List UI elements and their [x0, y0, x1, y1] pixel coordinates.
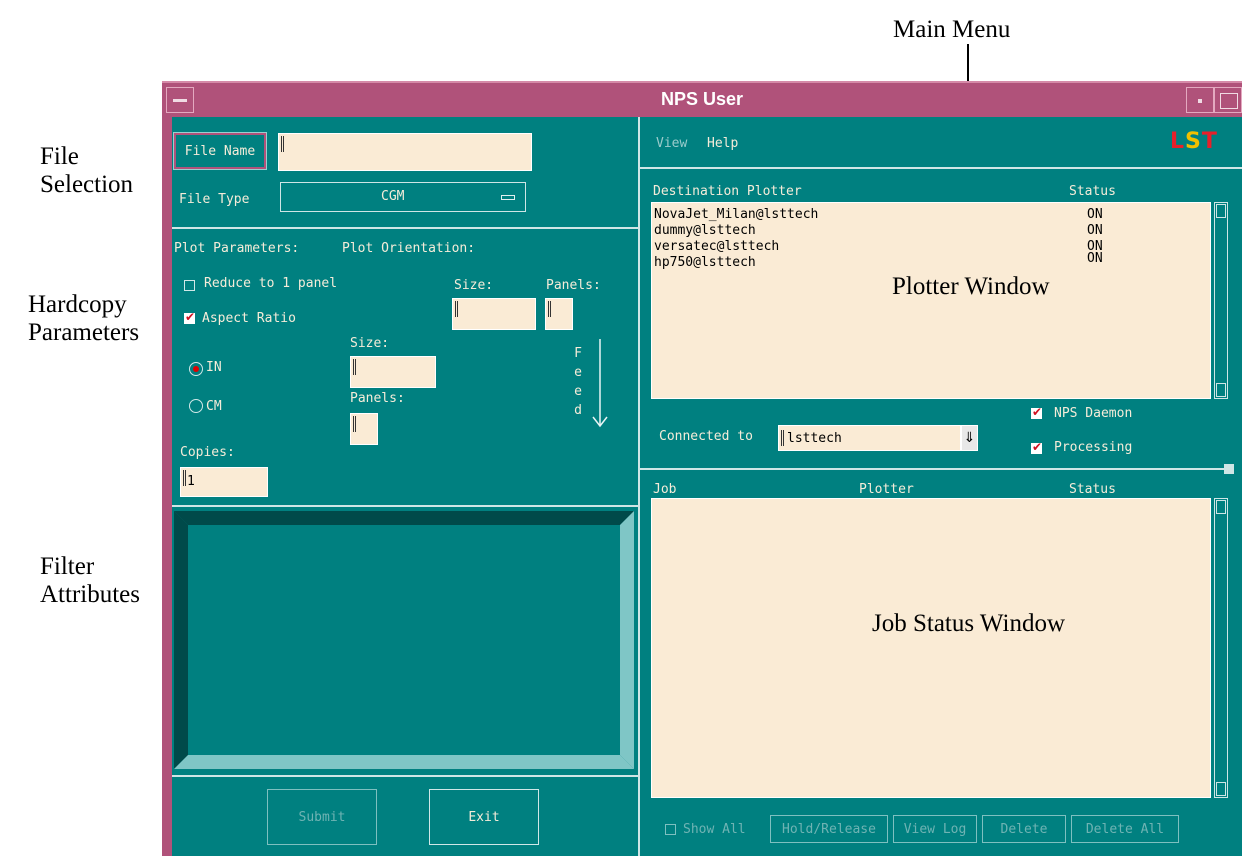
feed-direction-label: Feed	[574, 346, 582, 418]
orientation-size-label: Size:	[454, 278, 494, 293]
plotter-row[interactable]: hp750@lsttech ON	[652, 251, 1210, 271]
parameters-panels-input[interactable]	[350, 413, 378, 445]
plotter-list-scrollbar[interactable]	[1214, 202, 1228, 399]
processing-label: Processing	[1054, 440, 1133, 455]
minimize-button[interactable]	[1186, 87, 1214, 113]
nps-daemon-label: NPS Daemon	[1054, 406, 1133, 421]
option-menu-indicator-icon	[501, 195, 515, 200]
pane-divider	[638, 117, 640, 856]
delete-all-button[interactable]: Delete All	[1071, 815, 1179, 843]
plot-parameters-label: Plot Parameters:	[174, 241, 300, 256]
scroll-down-arrow-icon[interactable]	[1216, 383, 1226, 397]
plotter-window-annotation: Plotter Window	[892, 273, 1050, 300]
unit-in-radio[interactable]	[189, 362, 203, 376]
unit-in-label: IN	[206, 360, 222, 375]
orientation-panels-input[interactable]	[545, 298, 573, 330]
aspect-ratio-checkbox[interactable]	[184, 310, 195, 324]
plotter-row[interactable]: dummy@lsttech ON	[652, 223, 1210, 239]
unit-cm-label: CM	[206, 399, 222, 414]
main-menu-annotation: Main Menu	[893, 16, 1011, 43]
job-status-header: Status	[1069, 482, 1116, 497]
job-header: Job	[653, 482, 677, 497]
filter-attributes-annotation: Filter Attributes	[40, 553, 140, 608]
parameters-size-label: Size:	[350, 336, 390, 351]
text-caret	[548, 301, 551, 317]
scroll-up-arrow-icon[interactable]	[1216, 204, 1226, 218]
connected-to-combo[interactable]: lsttech	[778, 425, 961, 451]
show-all-checkbox[interactable]	[665, 824, 676, 835]
job-status-list[interactable]: Job Status Window	[651, 498, 1211, 798]
file-type-value: CGM	[381, 189, 405, 204]
show-all-label: Show All	[683, 822, 746, 837]
left-separator-2	[172, 505, 639, 507]
maximize-button[interactable]	[1214, 87, 1242, 113]
unit-cm-radio[interactable]	[189, 399, 203, 413]
menu-separator	[640, 167, 1242, 169]
text-caret	[781, 430, 784, 446]
view-menu[interactable]: View	[656, 136, 687, 151]
copies-label: Copies:	[180, 445, 235, 460]
plotter-row[interactable]: NovaJet_Milan@lsttech ON	[652, 207, 1210, 223]
left-separator-1	[172, 227, 639, 229]
plotter-row[interactable]: versatec@lsttech ON	[652, 239, 1210, 255]
copies-value: 1	[187, 474, 195, 489]
hold-release-button[interactable]: Hold/Release	[770, 815, 888, 843]
file-type-select[interactable]: CGM	[280, 182, 526, 212]
nps-user-window: NPS User File Name File Type CGM Plot Pa…	[162, 81, 1242, 856]
connected-to-label: Connected to	[659, 429, 753, 444]
delete-button[interactable]: Delete	[982, 815, 1066, 843]
aspect-ratio-label: Aspect Ratio	[202, 311, 296, 326]
job-status-window-annotation: Job Status Window	[872, 610, 1065, 637]
reduce-to-one-panel-label: Reduce to 1 panel	[204, 276, 338, 291]
window-title: NPS User	[660, 89, 744, 109]
file-type-label: File Type	[179, 192, 250, 207]
text-caret	[353, 416, 356, 432]
job-list-scrollbar[interactable]	[1214, 498, 1228, 798]
job-plotter-header: Plotter	[859, 482, 914, 497]
plotter-list[interactable]: NovaJet_Milan@lsttech ON dummy@lsttech ON …	[651, 202, 1211, 399]
file-name-button[interactable]: File Name	[173, 132, 267, 170]
file-selection-annotation: File Selection	[40, 143, 134, 198]
file-name-input[interactable]	[278, 133, 532, 171]
exit-button[interactable]: Exit	[429, 789, 539, 845]
text-caret	[183, 470, 186, 486]
filter-attributes-area	[174, 511, 634, 769]
combo-dropdown-icon[interactable]: ⇓	[961, 425, 978, 451]
scroll-down-arrow-icon[interactable]	[1216, 782, 1226, 796]
parameters-size-input[interactable]	[350, 356, 436, 388]
right-separator	[640, 468, 1230, 470]
reduce-to-one-panel-checkbox[interactable]	[184, 280, 195, 291]
left-window-frame	[162, 117, 172, 856]
destination-plotter-header: Destination Plotter	[653, 184, 802, 199]
orientation-size-input[interactable]	[452, 298, 536, 330]
scroll-up-arrow-icon[interactable]	[1216, 500, 1226, 514]
hardcopy-parameters-annotation: Hardcopy Parameters	[28, 291, 140, 346]
sash-handle[interactable]	[1224, 464, 1234, 474]
submit-button[interactable]: Submit	[267, 789, 377, 845]
nps-daemon-checkbox[interactable]	[1031, 405, 1042, 419]
connected-to-value: lsttech	[787, 431, 842, 446]
help-menu[interactable]: Help	[707, 136, 738, 151]
plot-orientation-label: Plot Orientation:	[342, 241, 476, 256]
title-bar[interactable]: NPS User	[162, 81, 1242, 117]
lst-logo: LST	[1170, 129, 1218, 154]
text-caret	[353, 359, 356, 375]
feed-arrow-icon	[592, 339, 608, 428]
orientation-panels-label: Panels:	[546, 278, 601, 293]
plotter-status-header: Status	[1069, 184, 1116, 199]
processing-checkbox[interactable]	[1031, 440, 1042, 454]
text-caret	[455, 301, 458, 317]
copies-input[interactable]: 1	[180, 467, 268, 497]
parameters-panels-label: Panels:	[350, 391, 405, 406]
view-log-button[interactable]: View Log	[893, 815, 977, 843]
text-caret	[281, 136, 284, 152]
left-separator-3	[172, 775, 639, 777]
